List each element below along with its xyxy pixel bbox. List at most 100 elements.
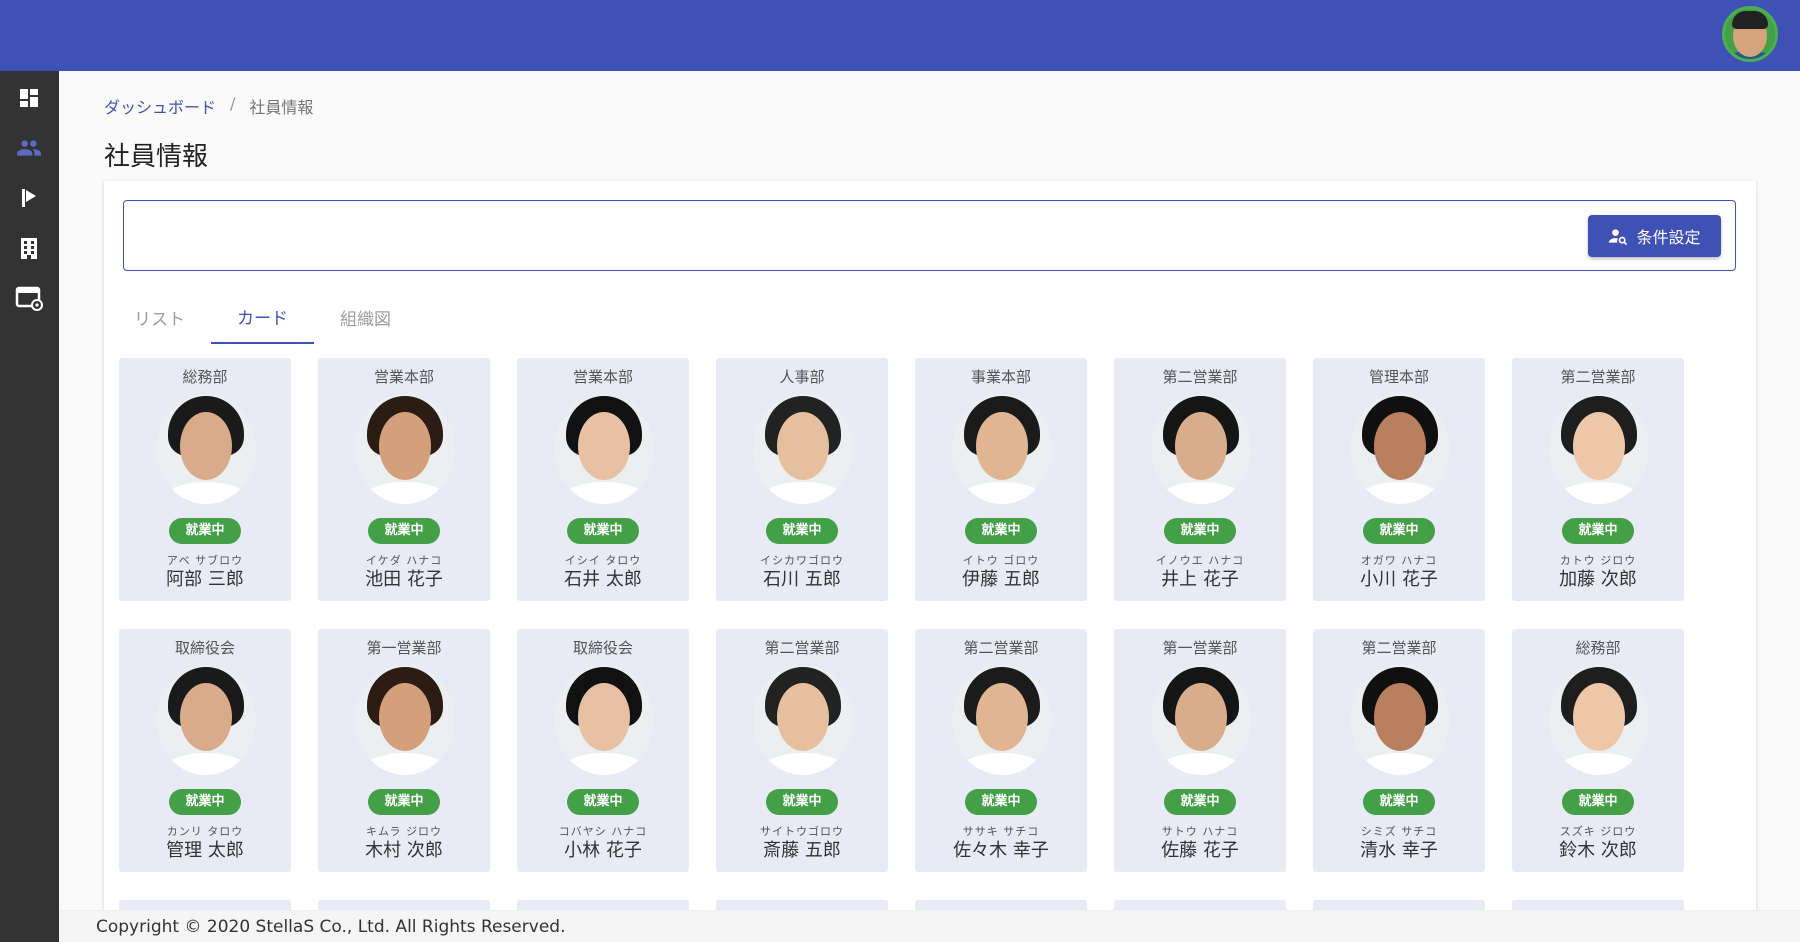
employee-department: 営業本部 [373,368,434,386]
employee-department: 取締役会 [572,639,633,657]
sidebar [0,71,59,942]
employee-name: 佐藤 花子 [1161,840,1239,861]
status-badge: 就業中 [965,789,1037,815]
employee-department: 第一営業部 [1162,639,1238,657]
employee-photo [753,394,853,504]
employee-name: 阿部 三郎 [166,569,244,590]
status-badge: 就業中 [567,518,639,544]
condition-settings-button[interactable]: 条件設定 [1588,215,1721,257]
employee-photo [1350,665,1450,775]
status-badge: 就業中 [1363,789,1435,815]
dashboard-icon[interactable] [12,81,46,115]
status-badge: 就業中 [766,518,838,544]
employee-department: 第二営業部 [764,639,840,657]
search-input[interactable]: 条件設定 [123,200,1736,271]
employee-card[interactable]: 事業本部 就業中 イトウ ゴロウ 伊藤 五郎 [915,358,1087,601]
employee-name: 佐々木 幸子 [953,840,1049,861]
employee-photo [355,665,455,775]
breadcrumb: ダッシュボード / 社員情報 [104,94,313,118]
employee-photo [952,394,1052,504]
employee-name: 清水 幸子 [1360,840,1438,861]
view-tabs: リスト カード 組織図 [108,291,417,346]
status-badge: 就業中 [766,789,838,815]
employee-card[interactable]: 第二営業部 就業中 イノウエ ハナコ 井上 花子 [1114,358,1286,601]
employee-card[interactable]: 管理本部 就業中 オガワ ハナコ 小川 花子 [1313,358,1485,601]
employee-department: 第二営業部 [963,639,1039,657]
status-badge: 就業中 [1164,518,1236,544]
employee-card[interactable]: 取締役会 就業中 コバヤシ ハナコ 小林 花子 [517,629,689,872]
employee-photo [1549,665,1649,775]
employee-photo [952,665,1052,775]
employee-department: 管理本部 [1368,368,1429,386]
employee-card[interactable]: 第二営業部 就業中 カトウ ジロウ 加藤 次郎 [1512,358,1684,601]
employee-name: 井上 花子 [1161,569,1239,590]
people-icon[interactable] [12,131,46,165]
employee-card[interactable]: 総務部 就業中 アベ サブロウ 阿部 三郎 [119,358,291,601]
employee-card[interactable]: 営業本部 就業中 イケダ ハナコ 池田 花子 [318,358,490,601]
status-badge: 就業中 [169,518,241,544]
employee-photo [1549,394,1649,504]
employee-name: 石井 太郎 [564,569,642,590]
employee-name: 池田 花子 [365,569,443,590]
employee-name: 伊藤 五郎 [962,569,1040,590]
status-badge: 就業中 [368,518,440,544]
status-badge: 就業中 [1562,518,1634,544]
employee-card[interactable]: 取締役会 就業中 カンリ タロウ 管理 太郎 [119,629,291,872]
person-search-icon [1609,229,1628,246]
building-icon[interactable] [12,231,46,265]
employee-name: 石川 五郎 [763,569,841,590]
employee-card[interactable]: 第一営業部 就業中 キムラ ジロウ 木村 次郎 [318,629,490,872]
employee-card[interactable]: 人事部 就業中 イシカワゴロウ 石川 五郎 [716,358,888,601]
employee-department: 取締役会 [174,639,235,657]
employee-department: 第二営業部 [1361,639,1437,657]
employee-photo [554,665,654,775]
flag-icon[interactable] [12,181,46,215]
employee-card[interactable]: 第一営業部 就業中 サトウ ハナコ 佐藤 花子 [1114,629,1286,872]
breadcrumb-current: 社員情報 [249,98,314,117]
employee-photo [554,394,654,504]
footer: Copyright © 2020 StellaS Co., Ltd. All R… [59,910,1800,942]
employee-card[interactable]: 第二営業部 就業中 ササキ サチコ 佐々木 幸子 [915,629,1087,872]
status-badge: 就業中 [169,789,241,815]
breadcrumb-dashboard-link[interactable]: ダッシュボード [104,94,216,118]
employee-department: 人事部 [779,368,825,386]
employee-photo [1151,394,1251,504]
status-badge: 就業中 [1164,789,1236,815]
employee-department: 営業本部 [572,368,633,386]
employee-department: 総務部 [182,368,228,386]
employee-photo [753,665,853,775]
employee-department: 第一営業部 [366,639,442,657]
employee-card[interactable]: 第二営業部 就業中 シミズ サチコ 清水 幸子 [1313,629,1485,872]
tab-list[interactable]: リスト [108,291,211,344]
condition-settings-label: 条件設定 [1636,228,1701,247]
employee-name: 鈴木 次郎 [1559,840,1637,861]
employee-photo [1350,394,1450,504]
employee-name: 加藤 次郎 [1559,569,1637,590]
employee-name: 管理 太郎 [166,840,244,861]
copyright-text: Copyright © 2020 StellaS Co., Ltd. All R… [96,917,566,937]
tab-org-chart[interactable]: 組織図 [314,291,417,344]
employee-name: 小川 花子 [1360,569,1438,590]
employee-card[interactable]: 総務部 就業中 スズキ ジロウ 鈴木 次郎 [1512,629,1684,872]
employee-department: 第二営業部 [1560,368,1636,386]
employee-photo [156,394,256,504]
employee-name: 斎藤 五郎 [763,840,841,861]
employee-photo [1151,665,1251,775]
status-badge: 就業中 [965,518,1037,544]
employee-card[interactable]: 第二営業部 就業中 サイトウゴロウ 斎藤 五郎 [716,629,888,872]
settings-window-icon[interactable] [12,281,46,315]
status-badge: 就業中 [368,789,440,815]
employee-department: 総務部 [1575,639,1621,657]
employee-department: 事業本部 [970,368,1031,386]
breadcrumb-separator: / [230,94,236,113]
page-title: 社員情報 [104,142,209,172]
employee-name: 小林 花子 [564,840,642,861]
app-header [0,0,1800,71]
user-avatar[interactable] [1722,6,1778,62]
status-badge: 就業中 [1363,518,1435,544]
employee-department: 第二営業部 [1162,368,1238,386]
employee-card[interactable]: 営業本部 就業中 イシイ タロウ 石井 太郎 [517,358,689,601]
employee-photo [355,394,455,504]
employee-name: 木村 次郎 [365,840,443,861]
tab-card[interactable]: カード [211,291,314,344]
